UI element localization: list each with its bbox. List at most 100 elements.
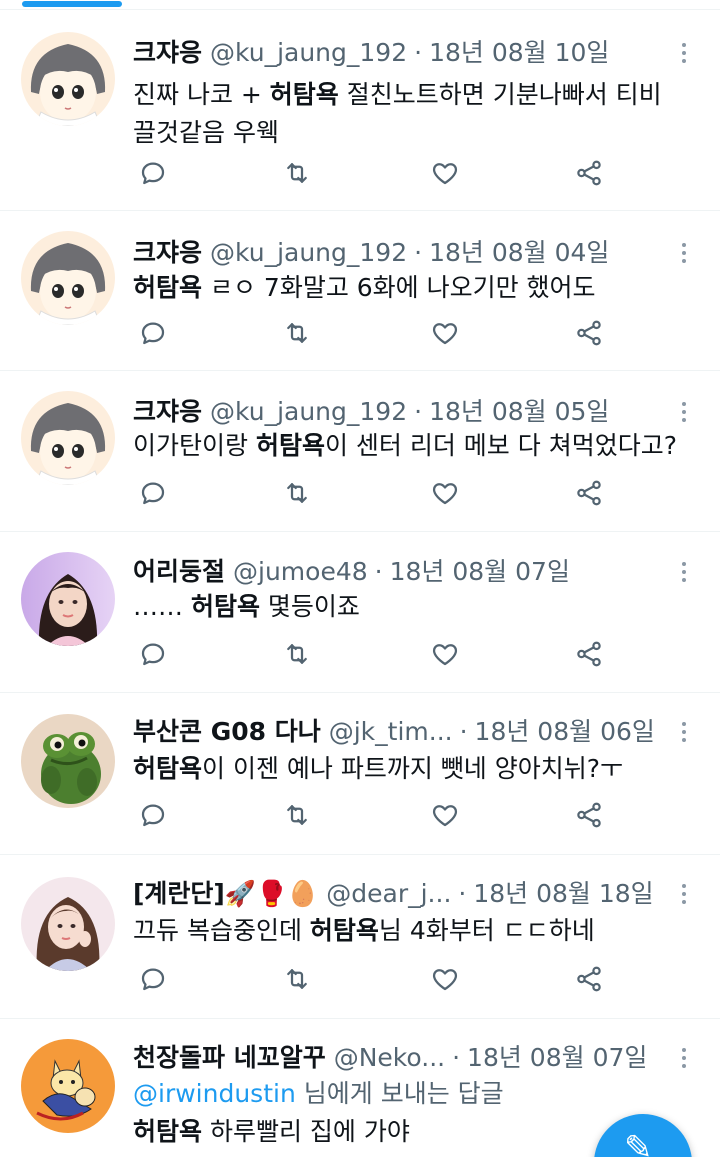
header-separator: · [414, 38, 423, 67]
like-button[interactable] [425, 961, 465, 1001]
reply-button[interactable] [133, 636, 173, 676]
share-icon [574, 964, 604, 998]
share-button[interactable] [569, 636, 609, 676]
reply-button[interactable] [133, 961, 173, 1001]
tweet-date[interactable]: 18년 08월 07일 [467, 1038, 647, 1078]
retweet-button[interactable] [277, 961, 317, 1001]
avatar[interactable] [21, 391, 115, 485]
text-segment: 이가탄이랑 [133, 431, 256, 460]
header-separator: · [452, 1043, 461, 1072]
author-handle[interactable]: @jumoe48 [233, 552, 368, 592]
text-segment: ㄹㅇ 7화말고 6화에 나오기만 했어도 [202, 273, 596, 302]
tweet-actions [133, 475, 613, 515]
tweet-header: 어리둥절 @jumoe48 · 18년 08월 07일 [133, 552, 658, 592]
author-name[interactable]: 크쟈응 [133, 33, 202, 73]
avatar[interactable] [21, 877, 115, 971]
share-button[interactable] [569, 961, 609, 1001]
more-vertical-icon[interactable] [674, 238, 694, 268]
retweet-icon [282, 478, 312, 512]
text-segment: 몇등이죠 [259, 592, 360, 621]
retweet-icon [282, 639, 312, 673]
tweet-date[interactable]: 18년 08월 06일 [475, 712, 655, 752]
header-separator: · [414, 238, 423, 267]
header-separator: · [459, 717, 468, 746]
share-icon [574, 318, 604, 352]
avatar[interactable] [21, 552, 115, 646]
avatar[interactable] [21, 231, 115, 325]
avatar[interactable] [21, 714, 115, 808]
retweet-button[interactable] [277, 475, 317, 515]
like-button[interactable] [425, 155, 465, 195]
tweet-date[interactable]: 18년 08월 10일 [429, 33, 609, 73]
like-button[interactable] [425, 636, 465, 676]
heart-icon [430, 478, 460, 512]
share-button[interactable] [569, 315, 609, 355]
author-handle[interactable]: @dear_j... [326, 874, 451, 914]
highlighted-keyword: 허탐욕 [255, 431, 325, 460]
like-button[interactable] [425, 797, 465, 837]
top-tab-bar [0, 0, 720, 10]
share-button[interactable] [569, 797, 609, 837]
reply-icon [138, 800, 168, 834]
reply-icon [138, 318, 168, 352]
reply-button[interactable] [133, 797, 173, 837]
tweet-feed: 크쟈응 @ku_jaung_192 · 18년 08월 10일 진짜 나코 + 허탐욕 … [0, 10, 720, 1157]
avatar[interactable] [21, 32, 115, 126]
reply-button[interactable] [133, 155, 173, 195]
author-name[interactable]: 부산콘 G08 다나 [133, 712, 321, 752]
author-name[interactable]: 어리둥절 [133, 552, 225, 592]
text-segment: 진짜 나코 + [133, 80, 270, 109]
more-vertical-icon[interactable] [674, 557, 694, 587]
tweet-card[interactable]: 크쟈응 @ku_jaung_192 · 18년 08월 10일 진짜 나코 + 허탐욕 … [0, 10, 720, 211]
more-vertical-icon[interactable] [674, 879, 694, 909]
share-button[interactable] [569, 475, 609, 515]
retweet-button[interactable] [277, 315, 317, 355]
more-vertical-icon[interactable] [674, 38, 694, 68]
tweet-card[interactable]: 어리둥절 @jumoe48 · 18년 08월 07일…… 허탐욕 몇등이죠 [0, 532, 720, 693]
tweet-card[interactable]: 부산콘 G08 다나 @jk_tim... · 18년 08월 06일 허탐욕이 이젠 … [0, 693, 720, 855]
tweet-text-content: …… 허탐욕 몇등이죠 [133, 588, 690, 626]
retweet-button[interactable] [277, 797, 317, 837]
tweet-text: 허탐욕이 이젠 예나 파트까지 뺏네 양아치뉘?ㅜ [133, 750, 690, 788]
like-button[interactable] [425, 475, 465, 515]
share-icon [574, 800, 604, 834]
reply-mention-link[interactable]: @irwindustin [133, 1079, 296, 1108]
active-tab-indicator [22, 1, 122, 7]
retweet-icon [282, 318, 312, 352]
author-handle[interactable]: @ku_jaung_192 [210, 33, 407, 73]
tweet-actions [133, 155, 613, 195]
tweet-card[interactable]: 크쟈응 @ku_jaung_192 · 18년 08월 05일 이가탄이랑 허탐욕이 센… [0, 371, 720, 532]
tweet-date[interactable]: 18년 08월 04일 [429, 233, 609, 273]
tweet-date[interactable]: 18년 08월 05일 [429, 392, 609, 432]
reply-button[interactable] [133, 315, 173, 355]
more-vertical-icon[interactable] [674, 397, 694, 427]
author-handle[interactable]: @jk_tim... [329, 712, 453, 752]
tweet-card[interactable]: [계란단]🚀🥊🥚 @dear_j... · 18년 08월 18일 끄듀 복습중인데 허… [0, 855, 720, 1019]
more-vertical-icon[interactable] [674, 1043, 694, 1073]
more-vertical-icon[interactable] [674, 717, 694, 747]
retweet-button[interactable] [277, 155, 317, 195]
tweet-actions [133, 636, 613, 676]
reply-button[interactable] [133, 475, 173, 515]
author-name[interactable]: 크쟈응 [133, 392, 202, 432]
avatar[interactable] [21, 1039, 115, 1133]
author-name[interactable]: [계란단]🚀🥊🥚 [133, 874, 318, 914]
heart-icon [430, 639, 460, 673]
share-button[interactable] [569, 155, 609, 195]
retweet-button[interactable] [277, 636, 317, 676]
author-name[interactable]: 천장돌파 네꼬알꾸 [133, 1038, 326, 1078]
header-separator: · [374, 557, 383, 586]
highlighted-keyword: 허탐욕 [133, 1117, 203, 1146]
tweet-card[interactable]: 크쟈응 @ku_jaung_192 · 18년 08월 04일 허탐욕 ㄹㅇ 7화말고 … [0, 211, 720, 371]
tweet-date[interactable]: 18년 08월 18일 [473, 874, 653, 914]
reply-to-suffix: 님에게 보내는 답글 [295, 1079, 504, 1108]
author-handle[interactable]: @Neko... [334, 1038, 445, 1078]
author-handle[interactable]: @ku_jaung_192 [210, 233, 407, 273]
author-handle[interactable]: @ku_jaung_192 [210, 392, 407, 432]
share-icon [574, 158, 604, 192]
author-name[interactable]: 크쟈응 [133, 233, 202, 273]
text-segment: 이 센터 리더 메보 다 쳐먹었다고? [324, 431, 677, 460]
tweet-date[interactable]: 18년 08월 07일 [390, 552, 570, 592]
like-button[interactable] [425, 315, 465, 355]
reply-icon [138, 964, 168, 998]
